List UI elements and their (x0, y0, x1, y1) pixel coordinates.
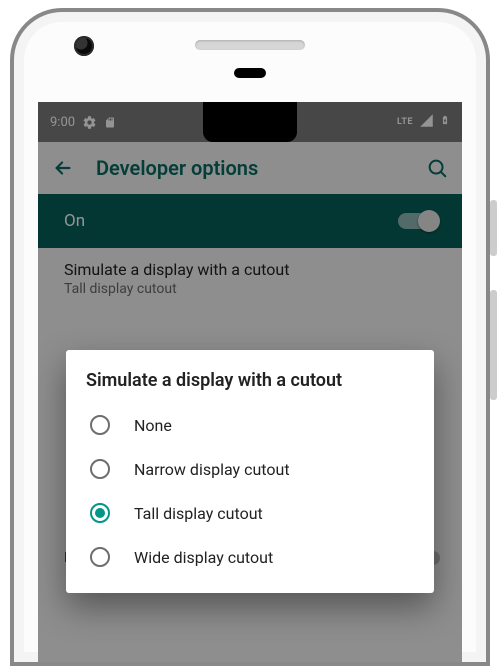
sensor-pill (234, 68, 266, 78)
screen: 9:00 LTE (38, 102, 462, 662)
dialog-option[interactable]: Tall display cutout (86, 491, 414, 535)
device-frame: 9:00 LTE (10, 8, 490, 666)
radio-icon (90, 459, 110, 479)
device-bezel (14, 12, 486, 90)
dialog-option-label: Wide display cutout (134, 548, 273, 567)
dialog-option[interactable]: Narrow display cutout (86, 447, 414, 491)
dialog-option[interactable]: Wide display cutout (86, 535, 414, 579)
dialog-option-label: Narrow display cutout (134, 460, 290, 479)
radio-icon (90, 415, 110, 435)
device-side-button (490, 200, 497, 256)
cutout-dialog: Simulate a display with a cutout None Nar… (66, 350, 434, 593)
radio-icon (90, 547, 110, 567)
dialog-option[interactable]: None (86, 403, 414, 447)
dialog-title: Simulate a display with a cutout (86, 370, 414, 391)
device-side-button (490, 290, 497, 400)
speaker-grille (195, 40, 305, 50)
radio-icon (90, 503, 110, 523)
dialog-option-label: Tall display cutout (134, 504, 263, 523)
front-camera (74, 36, 94, 56)
dialog-option-label: None (134, 416, 172, 435)
